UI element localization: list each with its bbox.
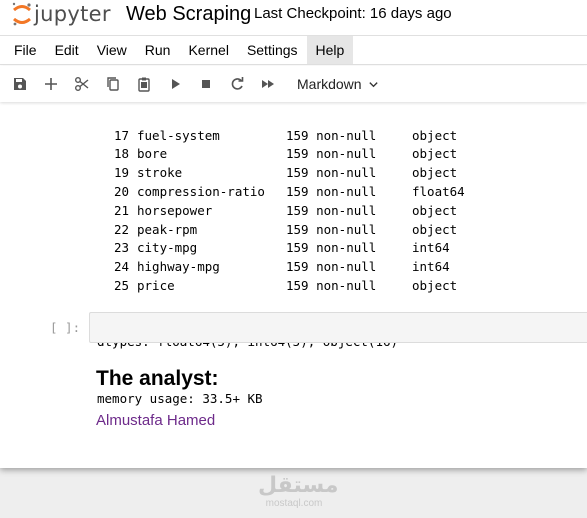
- row-dtype: float64: [412, 183, 465, 199]
- row-dtype: int64: [412, 240, 450, 256]
- cut-button[interactable]: [66, 70, 97, 98]
- row-dtype: object: [412, 127, 458, 143]
- row-index: 19: [113, 165, 129, 181]
- menu-kernel[interactable]: Kernel: [179, 36, 237, 64]
- table-row: 23 city-mpg 159 non-null int64: [97, 239, 465, 258]
- input-prompt: [ ]:: [50, 320, 81, 335]
- row-count: 159 non-null: [286, 277, 377, 293]
- row-column: peak-rpm: [137, 221, 198, 237]
- table-row: 19 stroke 159 non-null object: [97, 164, 465, 183]
- restart-button[interactable]: [221, 70, 252, 98]
- table-row: 17 fuel-system 159 non-null object: [97, 127, 465, 146]
- markdown-author: Almustafa Hamed: [96, 412, 216, 429]
- run-icon: [171, 79, 180, 89]
- row-index: 23: [113, 240, 129, 256]
- paste-icon: [137, 77, 150, 92]
- run-all-icon: [261, 80, 274, 88]
- notebook-toolbar: Markdown: [0, 66, 587, 102]
- add-cell-icon: [44, 78, 57, 90]
- row-dtype: int64: [412, 259, 450, 275]
- row-count: 159 non-null: [286, 240, 377, 256]
- restart-icon: [231, 77, 243, 90]
- jupyter-logo[interactable]: jupyter: [8, 0, 111, 28]
- row-dtype: object: [412, 202, 458, 218]
- row-count: 159 non-null: [286, 127, 377, 143]
- watermark-domain: mostaql.com: [265, 498, 323, 509]
- row-dtype: object: [412, 221, 458, 237]
- row-count: 159 non-null: [286, 202, 377, 218]
- notebook-title[interactable]: Web Scraping: [126, 3, 251, 26]
- row-column: price: [137, 277, 175, 293]
- row-count: 159 non-null: [286, 165, 377, 181]
- row-index: 24: [113, 259, 129, 275]
- watermark: مستقل mostaql.com: [258, 473, 339, 510]
- row-index: 18: [113, 146, 129, 162]
- row-count: 159 non-null: [286, 221, 377, 237]
- menu-edit[interactable]: Edit: [46, 36, 88, 64]
- menu-help[interactable]: Help: [306, 36, 354, 64]
- row-index: 20: [113, 183, 129, 199]
- menu-view[interactable]: View: [88, 36, 136, 64]
- row-dtype: object: [412, 165, 458, 181]
- table-row: 22 peak-rpm 159 non-null object: [97, 221, 465, 240]
- menu-file[interactable]: File: [5, 36, 46, 64]
- table-row: 18 bore 159 non-null object: [97, 145, 465, 164]
- row-index: 25: [113, 277, 129, 293]
- add-cell-button[interactable]: [35, 70, 66, 98]
- cell-type-value: Markdown: [297, 76, 362, 92]
- row-dtype: object: [412, 146, 458, 162]
- row-column: bore: [137, 146, 168, 162]
- notebook-content: 17 fuel-system 159 non-null object 18 bore 159…: [0, 94, 587, 468]
- cut-icon: [74, 77, 88, 91]
- row-count: 159 non-null: [286, 146, 377, 162]
- menu-run[interactable]: Run: [136, 36, 180, 64]
- memory-line: memory usage: 33.5+ KB: [97, 390, 263, 406]
- notebook-page: jupyter Web Scraping Last Checkpoint: 16…: [0, 0, 587, 468]
- menu-settings[interactable]: Settings: [238, 36, 307, 64]
- logo-text: jupyter: [34, 2, 111, 26]
- jupyter-logo-icon: [12, 2, 31, 26]
- row-column: compression-ratio: [137, 183, 265, 199]
- last-checkpoint: Last Checkpoint: 16 days ago: [254, 5, 452, 22]
- empty-code-cell[interactable]: [89, 312, 587, 343]
- stop-button[interactable]: [190, 70, 221, 98]
- row-column: stroke: [137, 165, 183, 181]
- table-row: 21 horsepower 159 non-null object: [97, 202, 465, 221]
- row-column: city-mpg: [137, 240, 198, 256]
- row-column: fuel-system: [137, 127, 220, 143]
- row-index: 21: [113, 202, 129, 218]
- row-index: 22: [113, 221, 129, 237]
- paste-button[interactable]: [128, 70, 159, 98]
- stop-icon: [201, 80, 210, 88]
- copy-icon: [106, 77, 119, 91]
- watermark-logo: مستقل: [258, 473, 339, 498]
- save-icon: [13, 78, 26, 90]
- header: jupyter Web Scraping Last Checkpoint: 16…: [0, 0, 587, 34]
- cell-type-dropdown[interactable]: Markdown: [297, 76, 379, 92]
- menubar: File Edit View Run Kernel Settings Help: [0, 35, 587, 65]
- row-dtype: object: [412, 277, 458, 293]
- table-row: 25 price 159 non-null object: [97, 277, 465, 296]
- row-column: highway-mpg: [137, 259, 220, 275]
- chevron-down-icon: [368, 81, 378, 87]
- info-table: 17 fuel-system 159 non-null object 18 bore 159…: [97, 127, 465, 296]
- row-count: 159 non-null: [286, 259, 377, 275]
- run-button[interactable]: [159, 70, 190, 98]
- markdown-heading: The analyst:: [96, 367, 219, 390]
- cell-output: 17 fuel-system 159 non-null object 18 bore 159…: [97, 94, 465, 446]
- table-row: 24 highway-mpg 159 non-null int64: [97, 258, 465, 277]
- row-index: 17: [113, 127, 129, 143]
- row-count: 159 non-null: [286, 183, 377, 199]
- table-row: 20 compression-ratio 159 non-null float64: [97, 183, 465, 202]
- row-column: horsepower: [137, 202, 213, 218]
- save-button[interactable]: [4, 70, 35, 98]
- copy-button[interactable]: [97, 70, 128, 98]
- run-all-button[interactable]: [252, 70, 283, 98]
